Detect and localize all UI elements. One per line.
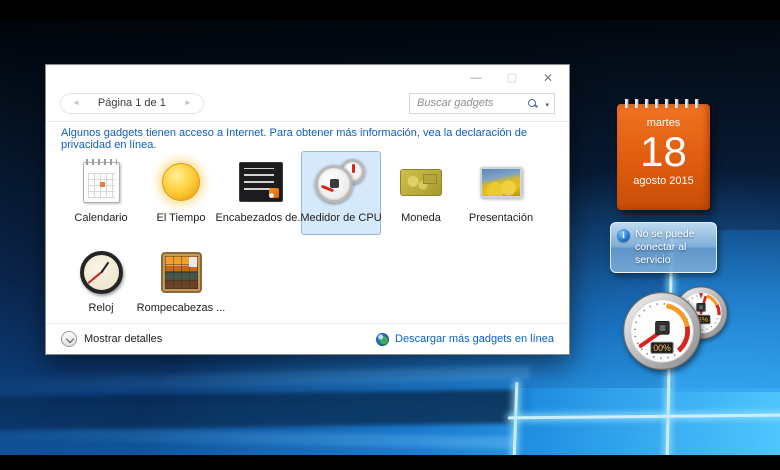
- close-button[interactable]: ✕: [541, 71, 555, 85]
- page-indicator: Página 1 de 1: [97, 97, 166, 109]
- page-next-button[interactable]: ►: [182, 99, 194, 107]
- calendar-spiral-binding: [622, 99, 705, 108]
- calendar-desktop-gadget[interactable]: martes 18 agosto 2015: [617, 99, 710, 210]
- calendar-gadget-icon: [82, 158, 120, 203]
- tile-label: Reloj: [88, 302, 114, 314]
- gadget-tile-presentacion[interactable]: Presentación: [461, 151, 541, 235]
- puzzle-icon: [160, 251, 202, 293]
- gadget-tile-medidor-cpu[interactable]: Medidor de CPU: [300, 151, 382, 235]
- search-icon[interactable]: [528, 98, 536, 107]
- page-prev-button[interactable]: ◄: [70, 99, 82, 107]
- tile-label: Presentación: [468, 212, 534, 224]
- service-notification-gadget[interactable]: i No se puede conectar al servicio: [610, 222, 717, 273]
- wallpaper-light-beam: [0, 365, 531, 393]
- show-details-button[interactable]: Mostrar detalles: [61, 331, 162, 347]
- icon-box: [239, 157, 283, 207]
- gadget-tile-calendario[interactable]: Calendario: [61, 151, 141, 235]
- toolbar: ◄ Página 1 de 1 ► ▾: [60, 91, 555, 115]
- letterbox-bottom: [0, 455, 780, 470]
- tile-label: Encabezados de...: [215, 212, 307, 224]
- gadget-tile-reloj[interactable]: Reloj: [61, 241, 141, 325]
- info-icon: i: [617, 229, 630, 242]
- analog-clock-icon: [79, 250, 123, 294]
- slideshow-photo-icon: [480, 166, 522, 198]
- cpu-meter-icon: [313, 159, 369, 205]
- pagination: ◄ Página 1 de 1 ►: [60, 92, 204, 114]
- icon-box: [480, 157, 522, 207]
- notification-text: No se puede conectar al servicio: [635, 228, 695, 266]
- gadget-gallery-window: — ▢ ✕ ◄ Página 1 de 1 ► ▾ Algunos gadget…: [45, 64, 570, 355]
- icon-box: [79, 247, 123, 297]
- download-more-gadgets-link[interactable]: Descargar más gadgets en línea: [376, 332, 554, 346]
- maximize-button[interactable]: ▢: [505, 71, 519, 85]
- letterbox-top: [0, 0, 780, 20]
- privacy-notice[interactable]: Algunos gadgets tienen acceso a Internet…: [61, 127, 557, 151]
- gadget-grid: Calendario El Tiempo Encabezados de... M…: [61, 151, 541, 325]
- wallpaper-light-beam: [0, 427, 531, 449]
- search-box: ▾: [409, 92, 555, 114]
- icon-box: [313, 157, 369, 207]
- feed-headlines-icon: [239, 162, 283, 202]
- calendar-day: 18: [640, 128, 687, 175]
- tile-label: Medidor de CPU: [300, 212, 382, 224]
- show-details-label: Mostrar detalles: [84, 333, 163, 345]
- icon-box: [162, 157, 200, 207]
- tile-label: Calendario: [74, 212, 128, 224]
- download-link-label: Descargar más gadgets en línea: [395, 333, 554, 345]
- wallpaper-dark-beam: [0, 389, 531, 431]
- gadget-tile-moneda[interactable]: Moneda: [381, 151, 461, 235]
- gadget-tile-rompecabezas[interactable]: Rompecabezas ...: [137, 241, 225, 325]
- puzzle-tiles: [164, 255, 198, 289]
- screen: — ▢ ✕ ◄ Página 1 de 1 ► ▾ Algunos gadget…: [0, 0, 780, 470]
- calendar-month-year: agosto 2015: [633, 175, 694, 187]
- window-controls: — ▢ ✕: [469, 71, 555, 85]
- globe-icon: [376, 332, 390, 346]
- chevron-down-icon[interactable]: [61, 331, 77, 347]
- icon-box: [400, 157, 442, 207]
- tile-label: El Tiempo: [156, 212, 206, 224]
- tile-label: Rompecabezas ...: [136, 302, 226, 314]
- weather-sun-icon: [162, 163, 200, 201]
- currency-card-icon: [400, 168, 442, 196]
- gadget-tile-el-tiempo[interactable]: El Tiempo: [141, 151, 221, 235]
- cpu-meter-desktop-gadget[interactable]: 53% 00%: [620, 285, 732, 373]
- cpu-percentage: 00%: [653, 343, 671, 353]
- window-footer: Mostrar detalles Descargar más gadgets e…: [46, 323, 569, 354]
- icon-box: [82, 157, 120, 207]
- icon-box: [160, 247, 202, 297]
- gadget-tile-encabezados[interactable]: Encabezados de...: [215, 151, 307, 235]
- tile-label: Moneda: [401, 212, 441, 224]
- titlebar[interactable]: — ▢ ✕: [46, 65, 569, 89]
- toolbar-separator: [46, 121, 569, 122]
- cpu-gauge[interactable]: 00%: [622, 291, 702, 371]
- wallpaper-logo-pane: [516, 388, 780, 455]
- cpu-meter-large-dial-icon: [315, 165, 353, 203]
- search-dropdown-caret-icon[interactable]: ▾: [545, 101, 549, 109]
- minimize-button[interactable]: —: [469, 71, 483, 85]
